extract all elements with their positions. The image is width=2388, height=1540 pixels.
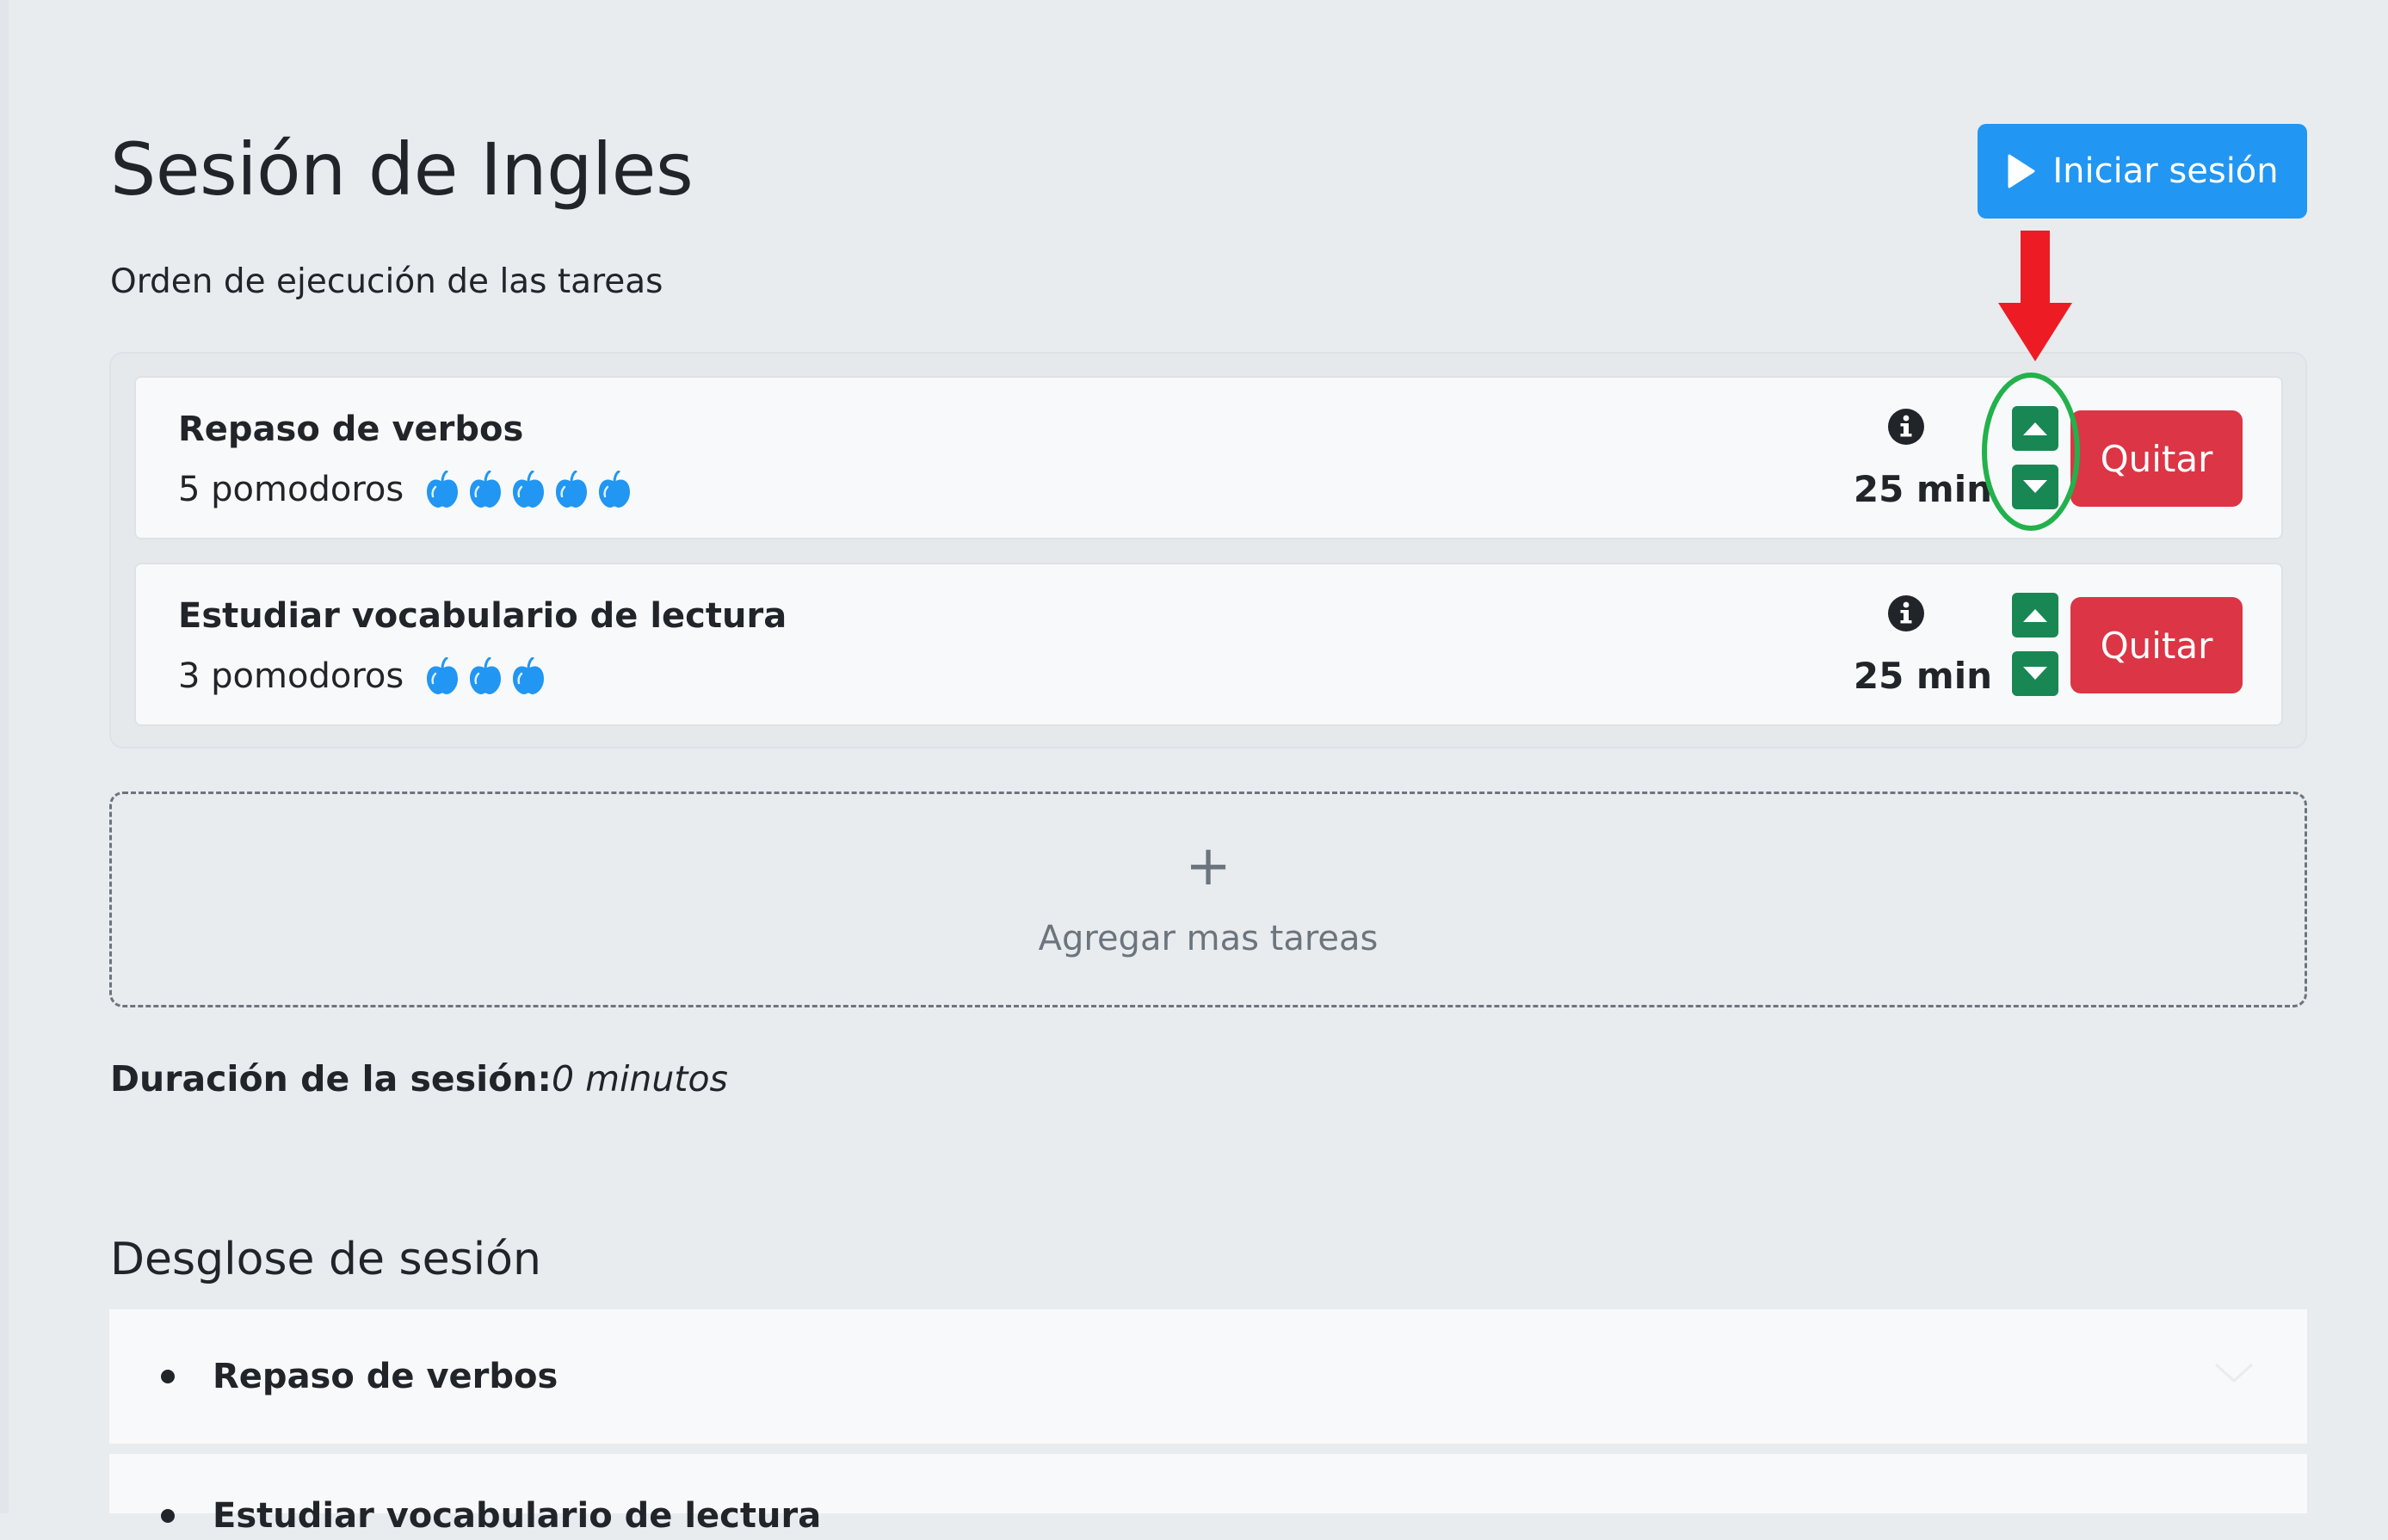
pomodoro-icon <box>470 657 502 694</box>
page-edge <box>0 0 9 1513</box>
pomodoro-icon <box>513 657 545 694</box>
breakdown-item[interactable]: Repaso de verbos <box>109 1309 2307 1444</box>
task-pomodoros: 5 pomodoros <box>178 465 631 514</box>
annotation-arrow-icon <box>1998 231 2072 361</box>
breakdown-item-label: Estudiar vocabulario de lectura <box>213 1496 822 1536</box>
pomodoro-icon <box>556 471 588 508</box>
add-more-tasks-label: Agregar mas tareas <box>1038 919 1379 958</box>
start-session-button[interactable]: Iniciar sesión <box>1978 124 2307 219</box>
task-duration: 25 min <box>1853 468 1992 510</box>
task-order-subtitle: Orden de ejecución de las tareas <box>110 262 663 301</box>
annotation-highlight-ellipse <box>1982 373 2080 531</box>
remove-task-button[interactable]: Quitar <box>2070 597 2243 693</box>
task-pomodoros: 3 pomodoros <box>178 652 545 700</box>
add-more-tasks-button[interactable]: + Agregar mas tareas <box>109 792 2307 1007</box>
breakdown-item-label: Repaso de verbos <box>213 1357 558 1396</box>
pomodoro-icon <box>427 657 459 694</box>
info-icon[interactable] <box>1887 408 1925 446</box>
bullet-icon <box>161 1370 175 1383</box>
chevron-down-icon <box>2214 1363 2254 1383</box>
breakdown-title: Desglose de sesión <box>110 1234 541 1285</box>
task-duration: 25 min <box>1853 655 1992 697</box>
caret-up-icon <box>2023 609 2047 622</box>
pomodoro-icon <box>513 471 545 508</box>
remove-task-button[interactable]: Quitar <box>2070 410 2243 507</box>
pomodoro-count-label: 3 pomodoros <box>178 656 404 696</box>
plus-icon: + <box>1185 835 1231 898</box>
pomodoro-icon <box>470 471 502 508</box>
session-duration-value: 0 minutos <box>551 1058 728 1100</box>
pomodoro-icon <box>599 471 631 508</box>
session-duration-label: Duración de la sesión: <box>110 1058 552 1100</box>
play-icon <box>2008 154 2035 188</box>
move-down-button[interactable] <box>2012 651 2058 696</box>
move-up-button[interactable] <box>2012 593 2058 638</box>
breakdown-item[interactable]: Estudiar vocabulario de lectura <box>109 1454 2307 1536</box>
caret-down-icon <box>2023 667 2047 680</box>
session-duration: Duración de la sesión:0 minutos <box>110 1055 728 1103</box>
pomodoro-count-label: 5 pomodoros <box>178 470 404 509</box>
pomodoro-icons <box>426 471 631 508</box>
task-card: Estudiar vocabulario de lectura 3 pomodo… <box>134 563 2283 726</box>
task-name: Repaso de verbos <box>178 410 524 449</box>
page-title: Sesión de Ingles <box>110 127 694 212</box>
task-card: Repaso de verbos 5 pomodoros 25 min Quit… <box>134 376 2283 539</box>
task-list: Repaso de verbos 5 pomodoros 25 min Quit… <box>109 352 2307 748</box>
task-name: Estudiar vocabulario de lectura <box>178 596 787 636</box>
pomodoro-icon <box>427 471 459 508</box>
start-session-label: Iniciar sesión <box>2052 151 2279 191</box>
bullet-icon <box>161 1509 175 1523</box>
info-icon[interactable] <box>1887 594 1925 632</box>
pomodoro-icons <box>426 657 545 695</box>
